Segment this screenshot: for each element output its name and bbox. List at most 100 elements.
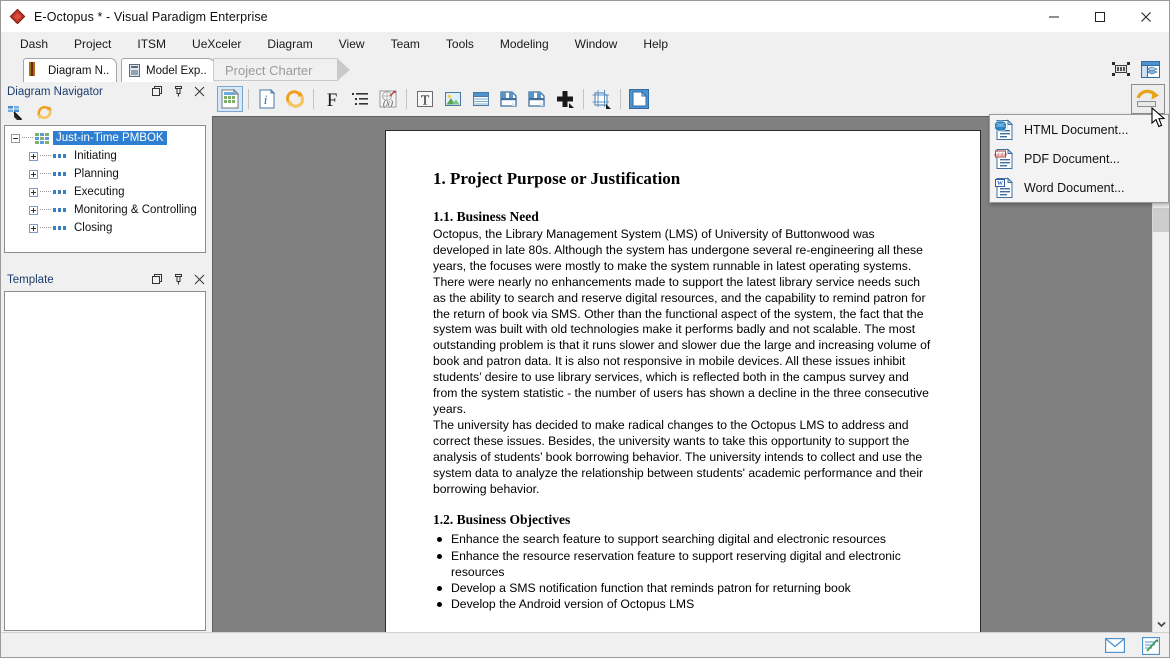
- tree-item-just-in-time-pmbok[interactable]: Just-in-Time PMBOK: [5, 129, 205, 147]
- tree-item-closing[interactable]: Closing: [5, 219, 205, 237]
- document-section-1-1-title: 1.1. Business Need: [433, 209, 933, 225]
- layers-window-icon[interactable]: [1139, 59, 1161, 79]
- tree-expander-minus-icon[interactable]: [11, 134, 20, 143]
- template-list[interactable]: [4, 291, 206, 631]
- page-break-button[interactable]: [496, 86, 522, 112]
- menu-item-pdf-document-label: PDF Document...: [1024, 152, 1120, 166]
- page-setup-button[interactable]: [217, 86, 243, 112]
- open-specification-icon[interactable]: [7, 104, 24, 121]
- formula-button[interactable]: (x): [375, 86, 401, 112]
- tree-expander-plus-icon[interactable]: [29, 206, 38, 215]
- insert-image-button[interactable]: [440, 86, 466, 112]
- template-panel-header: Template: [1, 270, 209, 289]
- tree-item-label: Initiating: [71, 149, 120, 163]
- toolbar-separator: [620, 89, 621, 109]
- menu-tools[interactable]: Tools: [433, 34, 487, 54]
- tab-diagram-navigator[interactable]: Diagram N..: [23, 58, 117, 82]
- menu-window[interactable]: Window: [562, 34, 631, 54]
- tree-item-executing[interactable]: Executing: [5, 183, 205, 201]
- toolbar-separator: [583, 89, 584, 109]
- font-format-button[interactable]: F: [319, 86, 345, 112]
- fit-window-icon[interactable]: [1110, 59, 1132, 79]
- menu-dash[interactable]: Dash: [7, 34, 61, 54]
- close-panel-button[interactable]: [193, 86, 205, 98]
- list-item: Enhance the resource reservation feature…: [433, 548, 933, 580]
- insert-diagram-button[interactable]: [589, 86, 615, 112]
- process-dash-icon: [53, 208, 66, 212]
- tree-connector: [40, 173, 51, 175]
- tab-model-explorer-label: Model Exp..: [146, 65, 207, 77]
- export-dropdown-menu[interactable]: HTML Document... Adobe PDF Document...: [989, 114, 1169, 203]
- tree-expander-plus-icon[interactable]: [29, 188, 38, 197]
- tab-diagram-navigator-label: Diagram N..: [48, 65, 109, 77]
- tree-item-label: Closing: [71, 221, 115, 235]
- tree-item-monitoring-controlling[interactable]: Monitoring & Controlling: [5, 201, 205, 219]
- left-dock: Diagram Navigator: [1, 82, 209, 633]
- template-title: Template: [7, 274, 54, 286]
- toolbar-separator: [406, 89, 407, 109]
- minimize-button[interactable]: [1031, 1, 1077, 32]
- tree-expander-plus-icon[interactable]: [29, 152, 38, 161]
- menu-help[interactable]: Help: [630, 34, 681, 54]
- list-item: Enhance the search feature to support se…: [433, 531, 933, 547]
- process-dash-icon: [53, 154, 66, 158]
- toolbar-separator: [248, 89, 249, 109]
- document-info-button[interactable]: i: [254, 86, 280, 112]
- menu-modeling[interactable]: Modeling: [487, 34, 562, 54]
- list-format-button[interactable]: [347, 86, 373, 112]
- insert-table-button[interactable]: [468, 86, 494, 112]
- menu-itsm[interactable]: ITSM: [124, 34, 179, 54]
- svg-text:(x): (x): [383, 98, 393, 108]
- tab-model-explorer[interactable]: Model Exp..: [121, 58, 215, 82]
- close-button[interactable]: [1123, 1, 1169, 32]
- app-logo-icon: [10, 9, 26, 25]
- insert-text-button[interactable]: T: [412, 86, 438, 112]
- top-right-icon-strip: [1110, 59, 1161, 79]
- document-toolbar: i F: [209, 82, 1169, 116]
- close-panel-button[interactable]: [193, 274, 205, 286]
- document-objectives-list: Enhance the search feature to support se…: [433, 531, 933, 612]
- document-section-1-2-title: 1.2. Business Objectives: [433, 512, 933, 528]
- status-bar-icons: [1105, 633, 1161, 658]
- menu-item-pdf-document[interactable]: Adobe PDF Document...: [990, 144, 1168, 173]
- tree-connector: [40, 209, 51, 211]
- synchronize-button[interactable]: [282, 86, 308, 112]
- section-break-button[interactable]: [524, 86, 550, 112]
- menu-item-html-document[interactable]: HTML Document...: [990, 115, 1168, 144]
- maximize-button[interactable]: [1077, 1, 1123, 32]
- document-section-1-1-paragraph-2: The university has decided to make radic…: [433, 418, 933, 498]
- tree-item-initiating[interactable]: Initiating: [5, 147, 205, 165]
- restore-panel-button[interactable]: [151, 86, 163, 98]
- model-explorer-icon: [127, 63, 142, 78]
- diagram-navigator-tree[interactable]: Just-in-Time PMBOK Initiating Planning E…: [4, 125, 206, 253]
- pin-panel-button[interactable]: [172, 274, 184, 286]
- edit-note-icon[interactable]: [1141, 637, 1161, 655]
- document-page[interactable]: 1. Project Purpose or Justification 1.1.…: [385, 130, 981, 633]
- pin-panel-button[interactable]: [172, 86, 184, 98]
- message-icon[interactable]: [1105, 637, 1125, 655]
- process-dash-icon: [53, 226, 66, 230]
- menu-item-word-document[interactable]: W Word Document...: [990, 173, 1168, 202]
- menu-team[interactable]: Team: [378, 34, 433, 54]
- window-title: E-Octopus * - Visual Paradigm Enterprise: [34, 10, 268, 24]
- menu-view[interactable]: View: [326, 34, 378, 54]
- menu-project[interactable]: Project: [61, 34, 124, 54]
- restore-panel-button[interactable]: [151, 274, 163, 286]
- menu-diagram[interactable]: Diagram: [254, 34, 325, 54]
- pmbok-grid-icon: [35, 133, 49, 144]
- scrollbar-thumb[interactable]: [1153, 208, 1169, 232]
- tree-expander-plus-icon[interactable]: [29, 170, 38, 179]
- diagram-navigator-panel-header: Diagram Navigator: [1, 82, 209, 101]
- template-panel: Template: [1, 270, 209, 633]
- export-button[interactable]: [1131, 84, 1165, 114]
- new-page-button[interactable]: [626, 86, 652, 112]
- svg-text:i: i: [264, 92, 268, 107]
- tree-item-planning[interactable]: Planning: [5, 165, 205, 183]
- scroll-down-button[interactable]: [1153, 616, 1169, 633]
- add-element-button[interactable]: [552, 86, 578, 112]
- menu-uexceler[interactable]: UeXceler: [179, 34, 254, 54]
- tree-expander-plus-icon[interactable]: [29, 224, 38, 233]
- breadcrumb[interactable]: Project Charter: [213, 58, 330, 82]
- svg-text:F: F: [327, 90, 338, 109]
- refresh-icon[interactable]: [36, 104, 53, 121]
